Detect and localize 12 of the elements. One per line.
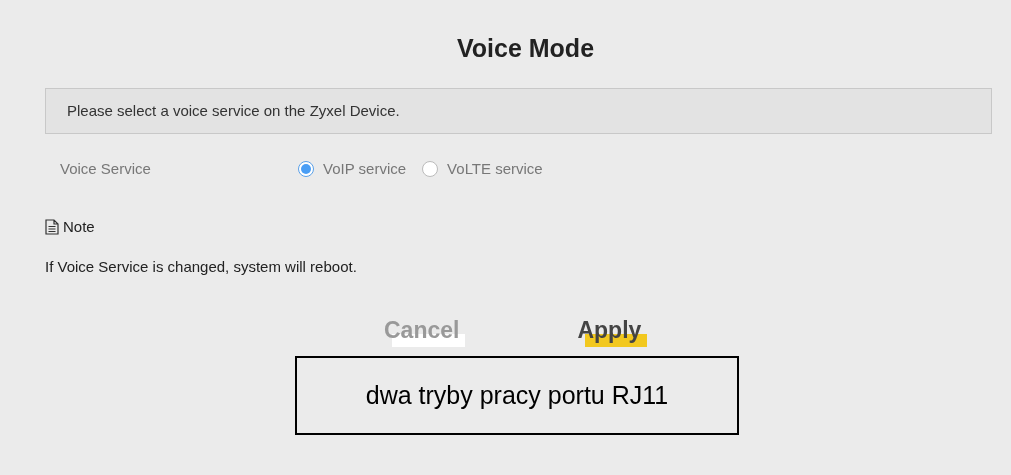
document-icon [45, 219, 59, 236]
radio-option[interactable]: VoIP service [298, 157, 407, 181]
page-title: Voice Mode [456, 33, 595, 64]
radio-option[interactable]: VoLTE service [422, 157, 543, 181]
radio-selected-icon[interactable] [298, 161, 314, 177]
note-text: If Voice Service is changed, system will reboot. [45, 256, 358, 277]
info-banner: Please select a voice service on the Zyxel Device. [45, 88, 992, 134]
radio-icon[interactable] [422, 161, 439, 177]
caption-box: dwa tryby pracy portu RJ11 [295, 356, 739, 435]
cancel-button[interactable]: Cancel [384, 316, 466, 347]
field-label: Voice Service [60, 158, 152, 179]
note-heading: Note [63, 217, 95, 237]
